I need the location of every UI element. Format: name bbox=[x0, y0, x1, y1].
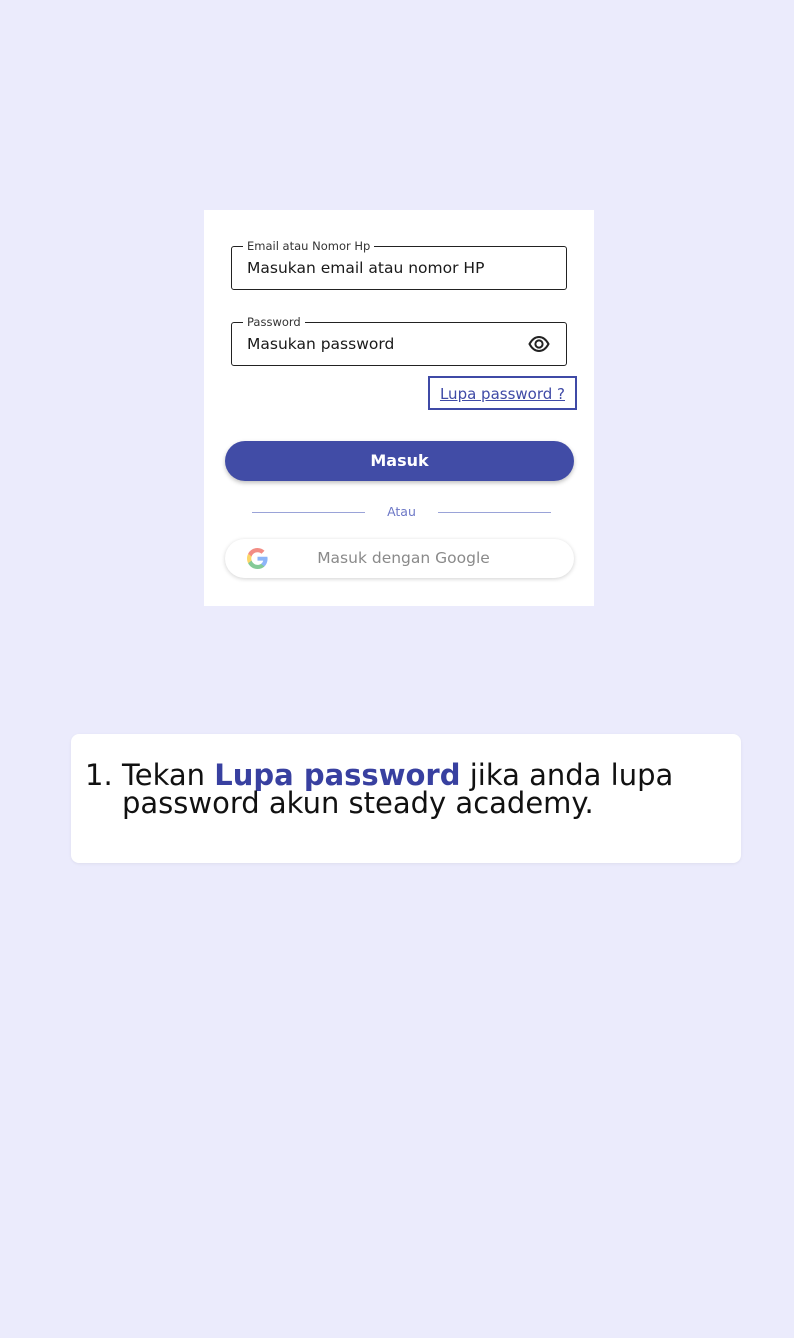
login-button[interactable]: Masuk bbox=[225, 441, 574, 481]
instruction-number: 1. bbox=[85, 758, 113, 792]
instruction-text: Tekan Lupa password jika anda lupa passw… bbox=[122, 761, 722, 818]
email-field[interactable]: Email atau Nomor Hp Masukan email atau n… bbox=[231, 239, 567, 290]
instruction-card: 1. Tekan Lupa password jika anda lupa pa… bbox=[71, 734, 741, 863]
password-field-placeholder[interactable]: Masukan password bbox=[247, 335, 394, 353]
login-card: Email atau Nomor Hp Masukan email atau n… bbox=[204, 210, 594, 606]
divider-line-right bbox=[438, 512, 551, 513]
email-field-label: Email atau Nomor Hp bbox=[243, 239, 375, 253]
google-login-button[interactable]: Masuk dengan Google bbox=[225, 539, 574, 578]
password-field-label: Password bbox=[243, 315, 305, 329]
forgot-password-link[interactable]: Lupa password ? bbox=[428, 376, 577, 410]
password-field[interactable]: Password Masukan password bbox=[231, 315, 567, 366]
divider-label: Atau bbox=[387, 504, 416, 519]
eye-icon[interactable] bbox=[528, 334, 550, 354]
email-field-placeholder[interactable]: Masukan email atau nomor HP bbox=[247, 259, 484, 277]
divider-line-left bbox=[252, 512, 365, 513]
google-button-label: Masuk dengan Google bbox=[317, 549, 490, 567]
